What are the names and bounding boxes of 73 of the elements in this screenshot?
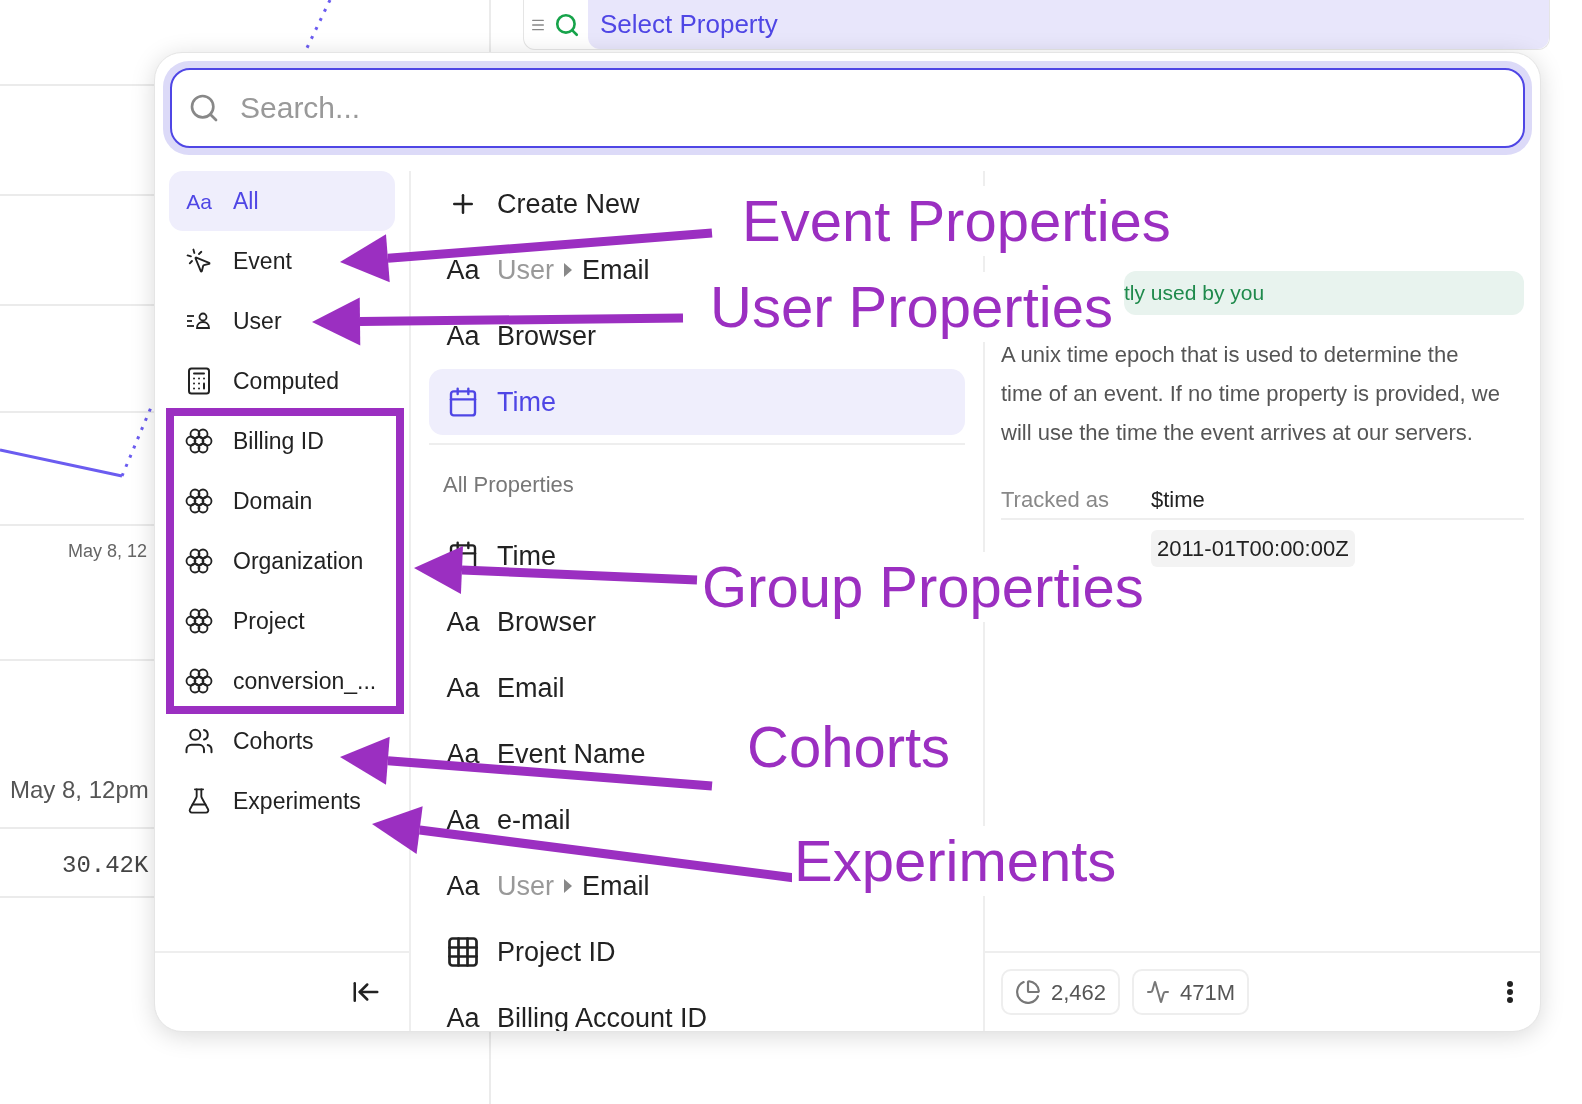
sidebar-item[interactable]: conversion_... <box>169 659 383 703</box>
property-label: Time <box>497 539 556 573</box>
caret-icon <box>564 879 572 893</box>
flower-icon <box>185 487 213 515</box>
property-label: Browser <box>497 605 597 639</box>
property-label: Create New <box>497 187 640 221</box>
property-label: Project ID <box>497 935 616 969</box>
parent-label: User <box>497 869 554 903</box>
sidebar-item[interactable]: Event <box>169 239 298 283</box>
flower-icon <box>185 547 213 575</box>
search-field[interactable]: Search... <box>170 68 1525 148</box>
property-item[interactable]: Project ID <box>429 927 622 977</box>
axis-label: May 8, 12 <box>68 540 148 563</box>
sidebar-item[interactable]: Computed <box>169 359 346 403</box>
sidebar-item[interactable]: Domain <box>169 479 319 523</box>
date-label: May 8, 12pm <box>10 775 149 805</box>
more-button[interactable] <box>1504 978 1516 1006</box>
property-item[interactable]: Create New <box>429 179 646 229</box>
sidebar-item[interactable]: Experiments <box>169 779 367 823</box>
pie-chart-icon <box>1015 979 1041 1005</box>
search-icon <box>188 92 220 124</box>
more-icon <box>1506 980 1514 1004</box>
text-type-icon: Aa <box>446 322 480 350</box>
parent-label: User <box>497 253 554 287</box>
property-item[interactable]: Aa User Email <box>429 861 656 911</box>
property-description: A unix time epoch that is used to determine the time of an event. If no time property is provided, we will use the time the event arrives at our servers. <box>1001 341 1501 447</box>
stat-chip: 471M <box>1132 969 1250 1015</box>
text-type-icon: Aa <box>446 674 480 702</box>
text-type-icon: Aa <box>446 256 480 284</box>
property-label: Email <box>582 253 650 287</box>
property-label: Event Name <box>497 737 646 771</box>
sidebar-item[interactable]: Organization <box>169 539 370 583</box>
property-label: Email <box>582 869 650 903</box>
property-item[interactable]: Time <box>429 369 965 435</box>
property-label: Email <box>497 671 565 705</box>
property-label: Time <box>497 385 556 419</box>
tracked-value: $time <box>1151 485 1205 514</box>
stat-chip: 2,462 <box>1001 969 1121 1015</box>
property-label: Browser <box>497 319 597 353</box>
section-header: All Properties <box>443 470 574 499</box>
people-icon <box>184 726 214 756</box>
sidebar-item[interactable]: Cohorts <box>169 719 320 763</box>
text-type-icon: Aa <box>186 190 212 212</box>
example-value: 2011-01T00:00:00Z <box>1151 530 1355 567</box>
property-item[interactable]: Aa Event Name <box>429 729 652 779</box>
sidebar-item[interactable]: User <box>169 299 288 343</box>
tracked-label: Tracked as <box>1001 485 1110 514</box>
sidebar-item[interactable]: Aa All <box>169 171 395 231</box>
usage-note: tly used by you <box>1124 271 1524 315</box>
property-item[interactable]: Aa User Email <box>429 245 656 295</box>
flower-icon <box>185 607 213 635</box>
sidebar-item[interactable]: Project <box>169 599 311 643</box>
caret-icon <box>564 263 572 277</box>
value-label: 30.42K <box>62 851 149 881</box>
calendar-icon <box>447 386 479 418</box>
cursor-click-icon <box>185 247 213 275</box>
text-type-icon: Aa <box>446 872 480 900</box>
property-item[interactable]: Aa Browser <box>429 597 603 647</box>
search-icon <box>554 11 580 38</box>
text-type-icon: Aa <box>446 1004 480 1031</box>
property-label: e-mail <box>497 803 571 837</box>
user-list-icon <box>186 311 212 331</box>
flower-icon <box>185 427 213 455</box>
property-item[interactable]: Aa Email <box>429 663 571 713</box>
text-type-icon: Aa <box>446 608 480 636</box>
flower-icon <box>185 667 213 695</box>
text-type-icon: Aa <box>446 740 480 768</box>
pulse-icon <box>1146 980 1171 1004</box>
property-item[interactable]: Aa e-mail <box>429 795 577 845</box>
text-type-icon: Aa <box>446 806 480 834</box>
property-item[interactable]: Aa Browser <box>429 311 603 361</box>
sidebar-item[interactable]: Billing ID <box>169 419 330 463</box>
select-property-pill[interactable]: Select Property <box>588 0 1549 49</box>
